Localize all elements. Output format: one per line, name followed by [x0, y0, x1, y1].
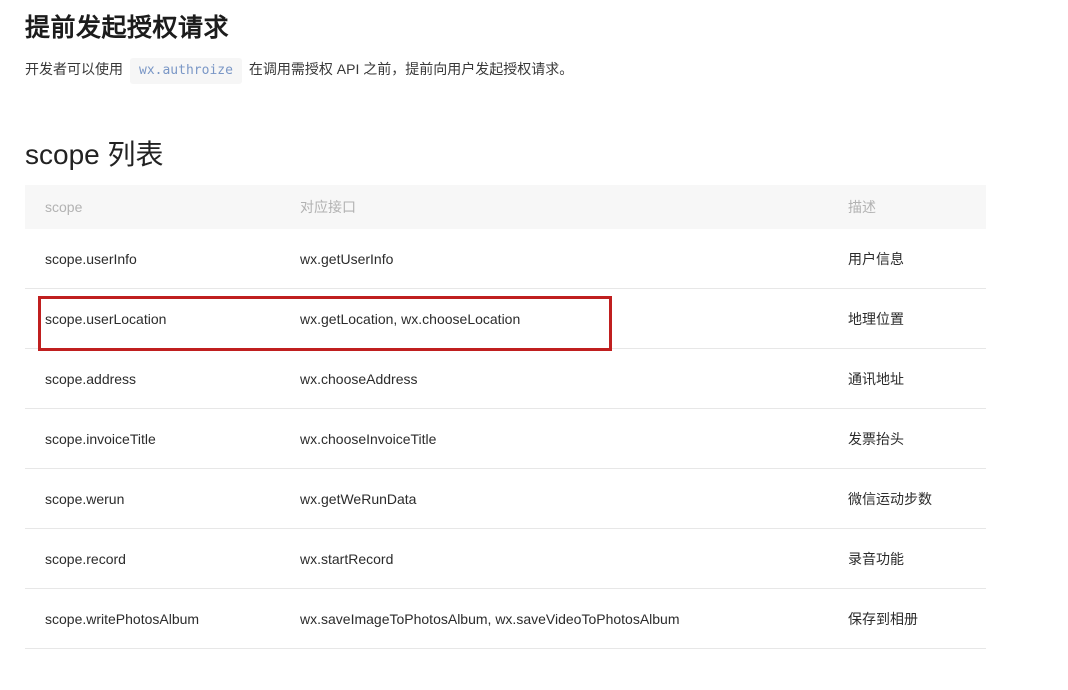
- table-row: scope.userLocation wx.getLocation, wx.ch…: [25, 288, 986, 349]
- cell-desc: 微信运动步数: [828, 468, 986, 529]
- cell-desc: 通讯地址: [828, 348, 986, 409]
- table-row: scope.record wx.startRecord 录音功能: [25, 528, 986, 589]
- cell-api: wx.saveImageToPhotosAlbum, wx.saveVideoT…: [280, 588, 828, 649]
- table-row: scope.werun wx.getWeRunData 微信运动步数: [25, 468, 986, 529]
- cell-desc: 保存到相册: [828, 588, 986, 649]
- inline-code-wx-authorize: wx.authroize: [130, 58, 242, 84]
- cell-api: wx.startRecord: [280, 528, 828, 589]
- column-header-desc: 描述: [828, 185, 986, 229]
- column-header-api: 对应接口: [280, 185, 828, 229]
- intro-paragraph: 开发者可以使用 wx.authroize 在调用需授权 API 之前，提前向用户发起…: [25, 58, 573, 84]
- table-row: scope.invoiceTitle wx.chooseInvoiceTitle…: [25, 408, 986, 469]
- cell-api: wx.getWeRunData: [280, 468, 828, 529]
- section-heading-scope-list: scope 列表: [25, 139, 164, 170]
- cell-scope: scope.userInfo: [25, 229, 280, 289]
- cell-desc: 用户信息: [828, 229, 986, 289]
- cell-scope: scope.userLocation: [25, 288, 280, 349]
- table-row: scope.writePhotosAlbum wx.saveImageToPho…: [25, 588, 986, 649]
- scope-table-header: scope 对应接口 描述: [25, 185, 986, 229]
- column-header-scope: scope: [25, 185, 280, 229]
- scope-table-body: scope.userInfo wx.getUserInfo 用户信息 scope…: [25, 229, 986, 649]
- cell-api: wx.chooseInvoiceTitle: [280, 408, 828, 469]
- intro-text-after: 在调用需授权 API 之前，提前向用户发起授权请求。: [248, 61, 574, 77]
- cell-desc: 发票抬头: [828, 408, 986, 469]
- table-row: scope.address wx.chooseAddress 通讯地址: [25, 348, 986, 409]
- cell-scope: scope.invoiceTitle: [25, 408, 280, 469]
- cell-api: wx.chooseAddress: [280, 348, 828, 409]
- cell-desc: 录音功能: [828, 528, 986, 589]
- cell-scope: scope.werun: [25, 468, 280, 529]
- page-title: 提前发起授权请求: [25, 14, 230, 42]
- cell-api: wx.getLocation, wx.chooseLocation: [280, 288, 828, 349]
- header-row: scope 对应接口 描述: [25, 185, 986, 229]
- table-row: scope.userInfo wx.getUserInfo 用户信息: [25, 229, 986, 289]
- cell-scope: scope.writePhotosAlbum: [25, 588, 280, 649]
- scope-table: scope 对应接口 描述 scope.userInfo wx.getUserI…: [25, 185, 986, 649]
- cell-api: wx.getUserInfo: [280, 229, 828, 289]
- doc-page: 提前发起授权请求 开发者可以使用 wx.authroize 在调用需授权 API 之…: [0, 0, 1068, 690]
- cell-scope: scope.record: [25, 528, 280, 589]
- cell-desc: 地理位置: [828, 288, 986, 349]
- intro-text-before: 开发者可以使用: [25, 61, 123, 77]
- cell-scope: scope.address: [25, 348, 280, 409]
